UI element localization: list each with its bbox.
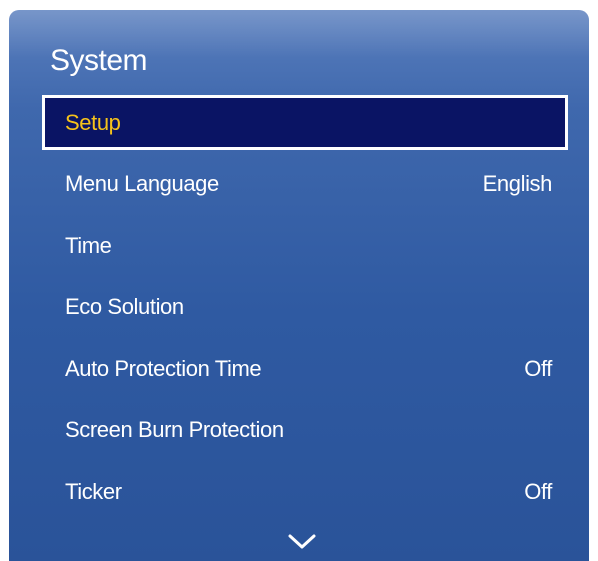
- menu-title: System: [50, 44, 148, 77]
- menu-item-screen-burn-protection[interactable]: Screen Burn Protection: [42, 402, 568, 457]
- menu-item-menu-language[interactable]: Menu Language English: [42, 156, 568, 211]
- menu-item-ticker[interactable]: Ticker Off: [42, 464, 568, 519]
- menu-item-label: Screen Burn Protection: [65, 416, 284, 442]
- chevron-down-icon[interactable]: [287, 533, 317, 551]
- menu-item-label: Eco Solution: [65, 293, 184, 319]
- menu-item-time[interactable]: Time: [42, 218, 568, 273]
- menu-item-eco-solution[interactable]: Eco Solution: [42, 279, 568, 334]
- menu-item-auto-protection-time[interactable]: Auto Protection Time Off: [42, 341, 568, 396]
- menu-item-label: Ticker: [65, 478, 122, 504]
- menu-item-setup[interactable]: Setup: [42, 95, 568, 150]
- system-menu-panel: System Setup Menu Language English Time …: [9, 10, 589, 561]
- menu-item-label: Auto Protection Time: [65, 355, 262, 381]
- menu-item-label: Time: [65, 232, 112, 258]
- menu-item-label: Menu Language: [65, 170, 219, 196]
- menu-item-label: Setup: [65, 109, 121, 135]
- menu-item-value: Off: [524, 355, 552, 381]
- menu-item-value: Off: [524, 478, 552, 504]
- menu-item-value: English: [482, 170, 553, 196]
